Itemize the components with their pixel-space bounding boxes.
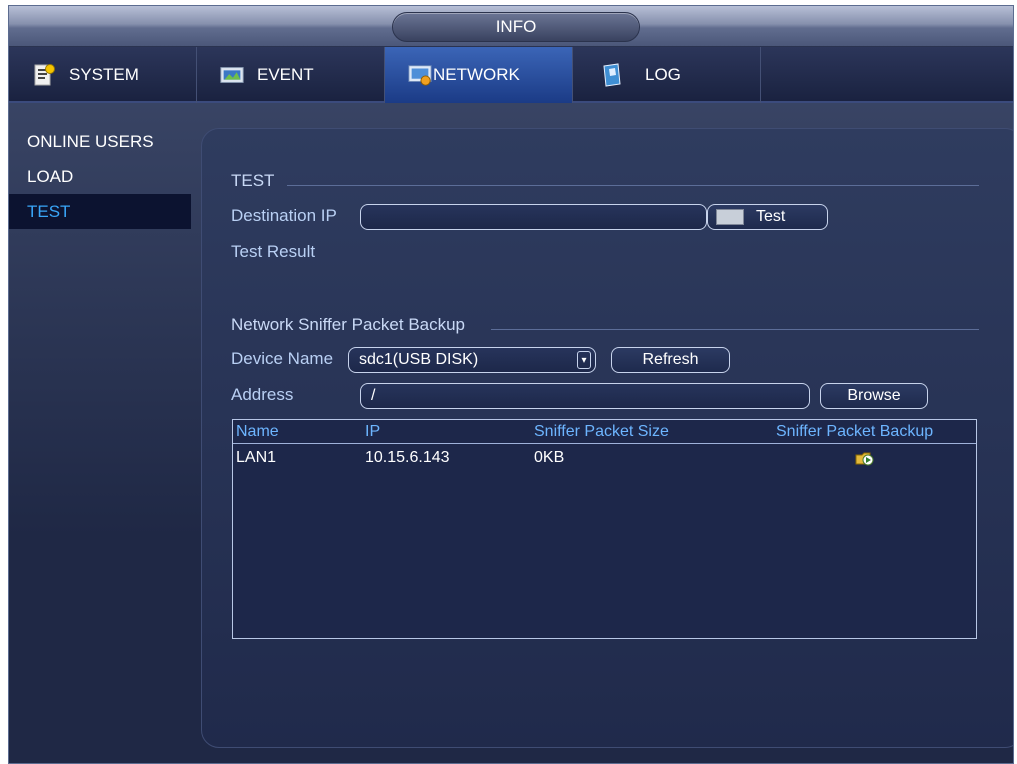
sidebar-item-load[interactable]: LOAD xyxy=(9,159,191,194)
destination-ip-input[interactable] xyxy=(360,204,707,230)
test-result-label: Test Result xyxy=(231,242,316,261)
sidebar-item-test[interactable]: TEST xyxy=(9,194,191,229)
keyboard-icon xyxy=(716,209,744,225)
refresh-button[interactable]: Refresh xyxy=(611,347,730,373)
device-name-value: sdc1(USB DISK) xyxy=(359,351,479,368)
sidebar-item-label: ONLINE USERS xyxy=(27,131,154,151)
tab-network[interactable]: NETWORK xyxy=(385,47,573,103)
column-header-backup: Sniffer Packet Backup xyxy=(776,423,934,440)
system-settings-icon xyxy=(31,62,57,88)
table-header: Name IP Sniffer Packet Size Sniffer Pack… xyxy=(233,420,976,444)
row-size: 0KB xyxy=(534,449,565,466)
tab-event[interactable]: EVENT xyxy=(197,47,385,103)
sidebar-item-label: TEST xyxy=(27,201,71,221)
tab-log[interactable]: LOG xyxy=(573,47,761,103)
address-label: Address xyxy=(231,385,294,404)
sidebar-item-label: LOAD xyxy=(27,166,74,186)
browse-button[interactable]: Browse xyxy=(820,383,928,409)
event-icon xyxy=(219,62,245,88)
sniffer-section-title: Network Sniffer Packet Backup xyxy=(231,315,466,334)
backup-start-icon[interactable] xyxy=(855,449,875,472)
log-book-icon xyxy=(599,62,625,88)
test-button[interactable]: Test xyxy=(707,204,828,230)
sniffer-table: Name IP Sniffer Packet Size Sniffer Pack… xyxy=(232,419,977,639)
sidebar: ONLINE USERS LOAD TEST xyxy=(9,124,191,229)
info-window: INFO SYSTEM EVENT NETWORK LOG ONLINE USE… xyxy=(8,5,1014,764)
sidebar-item-online-users[interactable]: ONLINE USERS xyxy=(9,124,191,159)
tab-log-label: LOG xyxy=(645,65,681,84)
tab-event-label: EVENT xyxy=(257,65,314,84)
row-name: LAN1 xyxy=(236,449,277,466)
test-section-title: TEST xyxy=(231,171,275,190)
chevron-down-icon: ▾ xyxy=(577,351,591,369)
window-title: INFO xyxy=(392,12,640,42)
address-input[interactable]: / xyxy=(360,383,810,409)
tab-bar: SYSTEM EVENT NETWORK LOG xyxy=(9,47,1013,103)
device-name-select[interactable]: sdc1(USB DISK) ▾ xyxy=(348,347,596,373)
tab-system-label: SYSTEM xyxy=(69,65,139,84)
column-header-size: Sniffer Packet Size xyxy=(534,423,669,440)
title-bar: INFO xyxy=(9,6,1013,47)
device-name-label: Device Name xyxy=(231,349,334,368)
row-ip: 10.15.6.143 xyxy=(365,449,450,466)
column-header-name: Name xyxy=(236,423,279,440)
column-header-ip: IP xyxy=(365,423,381,440)
test-button-label: Test xyxy=(756,208,786,225)
network-icon xyxy=(407,62,433,88)
sniffer-section-divider xyxy=(491,329,979,330)
test-section-divider xyxy=(287,185,979,186)
tab-system[interactable]: SYSTEM xyxy=(9,47,197,103)
tab-network-label: NETWORK xyxy=(433,65,520,84)
destination-ip-label: Destination IP xyxy=(231,206,337,225)
